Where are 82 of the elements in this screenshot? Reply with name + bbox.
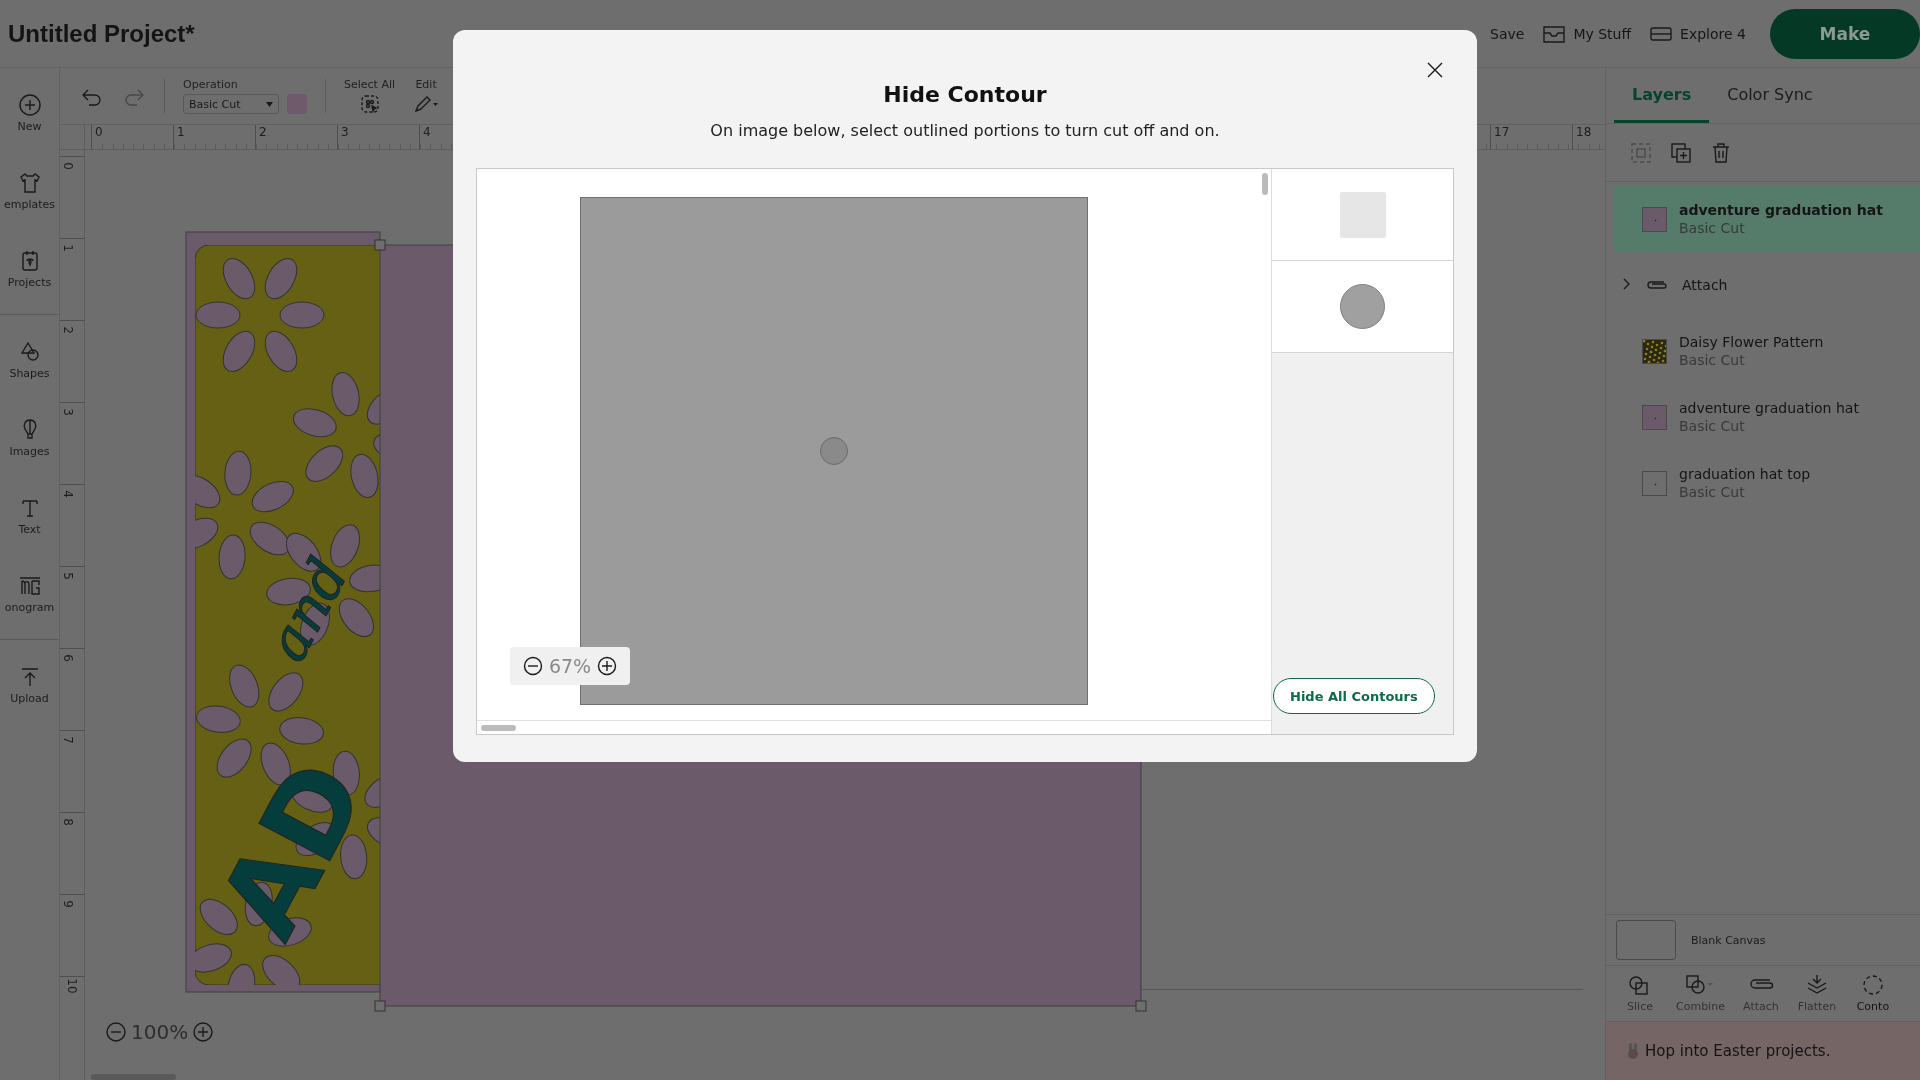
ruler-number: 3 [337, 125, 419, 150]
bunny-icon [1626, 1042, 1640, 1060]
nav-item[interactable]: Text [0, 477, 59, 555]
edit-label: Edit [415, 78, 437, 91]
ruler-number: 18 [1572, 125, 1605, 150]
nav-item[interactable]: onogram [0, 555, 59, 633]
operation-dropdown[interactable]: Basic Cut [183, 94, 279, 114]
select-all-label: Select All [344, 78, 396, 91]
ruler-number: 9 [60, 900, 75, 908]
nav-item[interactable]: Upload [0, 646, 59, 724]
promo-text[interactable]: Hop into Easter projects. [1645, 1042, 1831, 1060]
monogram-icon [17, 574, 42, 598]
operation-label: Operation [183, 78, 238, 91]
layer-row[interactable]: adventure graduation hat Basic Cut [1614, 186, 1920, 252]
selection-handle[interactable] [374, 239, 386, 251]
delete-icon[interactable] [1710, 141, 1732, 164]
tool-button[interactable]: Conto [1852, 974, 1893, 1013]
layer-operation: Basic Cut [1679, 220, 1746, 236]
nav-item[interactable]: Projects [0, 230, 59, 308]
scrollbar[interactable] [1262, 173, 1268, 195]
chevron-icon[interactable] [1622, 276, 1632, 291]
shirt-icon [17, 171, 42, 195]
ruler-number: 1 [173, 125, 255, 150]
select-all-icon[interactable] [359, 94, 380, 114]
layer-name: Attach [1682, 277, 1728, 293]
ruler-number: 3 [60, 408, 75, 416]
layer-name: adventure graduation hat [1679, 400, 1859, 416]
canvas-thumbnail[interactable] [1616, 920, 1676, 960]
ruler-number: 0 [91, 125, 173, 150]
ruler-number: 2 [255, 125, 337, 150]
design-text: AD [194, 741, 391, 958]
zoom-level: 100% [131, 1020, 189, 1044]
ruler-number: 10 [64, 978, 79, 994]
nav-item[interactable]: Images [0, 399, 59, 477]
circle-thumbnail [1340, 284, 1385, 329]
machine-icon [1649, 24, 1674, 43]
ruler-number: 6 [60, 654, 75, 662]
blank-canvas-label: Blank Canvas [1691, 933, 1766, 947]
ruler-number: 0 [60, 162, 75, 170]
ruler-number: 7 [60, 736, 75, 744]
group-icon[interactable] [1630, 141, 1652, 164]
ruler-number: 1 [60, 244, 75, 252]
panel-tab[interactable]: Color Sync [1709, 68, 1831, 123]
duplicate-icon[interactable] [1670, 141, 1692, 164]
panel-tab[interactable]: Layers [1614, 68, 1710, 123]
project-title: Untitled Project* [8, 19, 195, 48]
plus-icon [17, 93, 42, 117]
scrollbar[interactable] [481, 725, 516, 731]
selection-handle[interactable] [1135, 1000, 1147, 1012]
design-text: and [254, 547, 361, 672]
dialog-title: Hide Contour [883, 82, 1047, 107]
zoom-in-icon[interactable] [597, 656, 618, 676]
header-link[interactable]: Explore 4 [1649, 24, 1746, 43]
contour-thumbnail[interactable] [1272, 261, 1453, 353]
selection-handle[interactable] [374, 1000, 386, 1012]
ruler-number: 8 [60, 818, 75, 826]
tray-icon [1542, 23, 1567, 44]
ruler-number: 4 [60, 490, 75, 498]
layer-name: adventure graduation hat [1679, 202, 1883, 218]
paperclip-icon [1644, 278, 1670, 292]
nav-item[interactable]: New [0, 74, 59, 152]
square-thumbnail [1339, 191, 1386, 238]
make-button[interactable]: Make [1770, 8, 1920, 59]
header-link[interactable]: My Stuff [1542, 23, 1632, 44]
nav-item[interactable]: Shapes [0, 321, 59, 399]
contour-thumbnail[interactable] [1272, 169, 1453, 261]
header-link[interactable]: Save [1490, 25, 1525, 42]
layer-row[interactable]: Attach [1614, 252, 1920, 318]
caret-icon [266, 101, 273, 107]
dialog-subtitle: On image below, select outlined portions to turn cut off and on. [710, 121, 1220, 140]
zoom-out-icon[interactable] [522, 656, 543, 676]
pencil-icon[interactable] [413, 94, 440, 114]
zoom-level: 67% [548, 655, 592, 677]
layer-name: graduation hat top [1679, 466, 1811, 482]
ruler-number: 5 [60, 572, 75, 580]
nav-item[interactable]: emplates [0, 152, 59, 230]
ruler-number: 17 [1490, 125, 1572, 150]
hide-all-contours-button[interactable]: Hide All Contours [1273, 678, 1435, 714]
combine-icon [1685, 974, 1716, 996]
ruler-number: 2 [60, 326, 75, 334]
close-icon[interactable] [1425, 60, 1445, 80]
layer-name: Daisy Flower Pattern [1679, 334, 1824, 350]
